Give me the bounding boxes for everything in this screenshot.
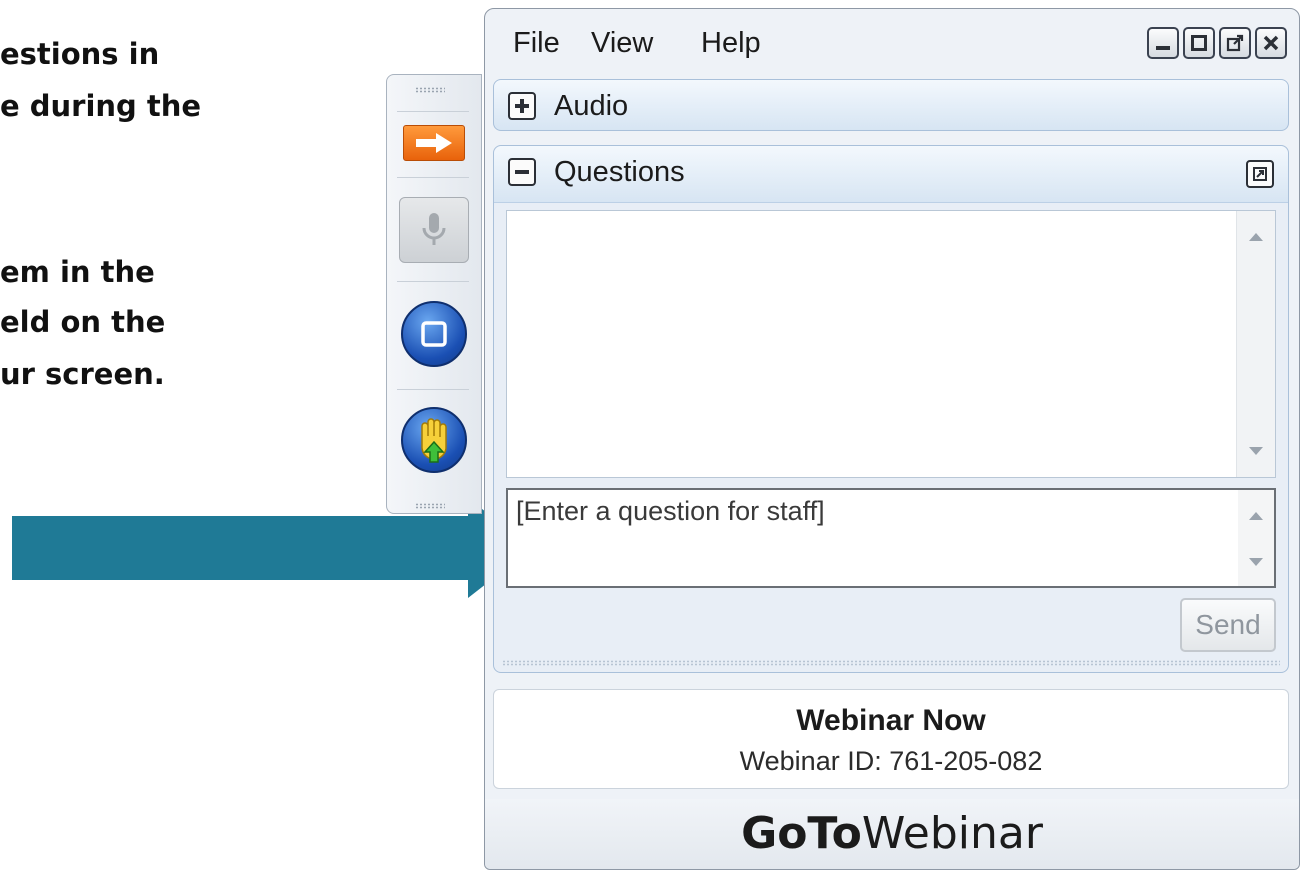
brand-goto: GoTo — [741, 808, 862, 859]
send-button[interactable]: Send — [1180, 598, 1276, 652]
minimize-button[interactable] — [1147, 27, 1179, 59]
popout-questions-button[interactable] — [1246, 160, 1274, 188]
instruction-line-2: e during the — [0, 89, 202, 123]
scroll-up-icon[interactable] — [1249, 233, 1263, 241]
question-input-scrollbar[interactable] — [1238, 490, 1274, 586]
brand-webinar: Webinar — [861, 808, 1043, 859]
expand-audio-button[interactable] — [508, 92, 536, 120]
minus-icon — [515, 170, 529, 174]
webinar-title: Webinar Now — [796, 704, 986, 737]
scroll-down-icon[interactable] — [1249, 447, 1263, 455]
audio-panel-header[interactable]: Audio — [493, 79, 1289, 131]
arrow-right-icon — [416, 133, 452, 153]
gotowebinar-logo: GoToWebinar — [485, 799, 1299, 869]
plus-icon — [515, 99, 529, 113]
input-scroll-up-icon[interactable] — [1249, 512, 1263, 520]
close-button[interactable] — [1255, 27, 1287, 59]
questions-log[interactable] — [506, 210, 1276, 478]
toolbar-grip-top[interactable] — [415, 87, 445, 93]
control-toolbar — [386, 74, 482, 514]
raise-hand-button[interactable] — [401, 407, 467, 473]
microphone-button[interactable] — [399, 197, 469, 263]
close-icon — [1263, 35, 1279, 51]
webinar-control-panel: File View Help Audio Questions [Enter a … — [484, 8, 1300, 870]
audio-panel-title: Audio — [554, 90, 629, 122]
popout-panel-icon — [1253, 167, 1267, 181]
window-controls — [1147, 27, 1287, 59]
popout-button[interactable] — [1219, 27, 1251, 59]
menu-file[interactable]: File — [513, 27, 560, 60]
maximize-button[interactable] — [1183, 27, 1215, 59]
menu-bar: File View Help — [485, 9, 1299, 79]
instruction-line-5: ur screen. — [0, 357, 165, 391]
minimize-icon — [1156, 46, 1170, 50]
microphone-icon — [422, 213, 446, 245]
collapse-questions-button[interactable] — [508, 158, 536, 186]
menu-view[interactable]: View — [591, 27, 653, 60]
instruction-line-3: em in the — [0, 255, 155, 289]
instruction-line-4: eld on the — [0, 305, 166, 339]
screen-icon — [421, 321, 447, 347]
maximize-icon — [1191, 35, 1207, 51]
raise-hand-icon — [421, 418, 447, 463]
question-input[interactable] — [506, 488, 1276, 588]
menu-help[interactable]: Help — [701, 27, 761, 60]
webinar-info: Webinar Now Webinar ID: 761-205-082 — [493, 689, 1289, 789]
screen-button[interactable] — [401, 301, 467, 367]
questions-panel-header[interactable]: Questions — [494, 146, 1288, 203]
popout-icon — [1226, 34, 1244, 52]
questions-panel: Questions Send — [493, 145, 1289, 673]
questions-panel-title: Questions — [554, 156, 685, 188]
show-hide-panel-button[interactable] — [403, 125, 465, 161]
instruction-line-1: estions in — [0, 37, 160, 71]
toolbar-grip-bottom[interactable] — [415, 503, 445, 509]
questions-log-scrollbar[interactable] — [1236, 211, 1275, 477]
input-scroll-down-icon[interactable] — [1249, 558, 1263, 566]
webinar-id: Webinar ID: 761-205-082 — [739, 746, 1043, 776]
